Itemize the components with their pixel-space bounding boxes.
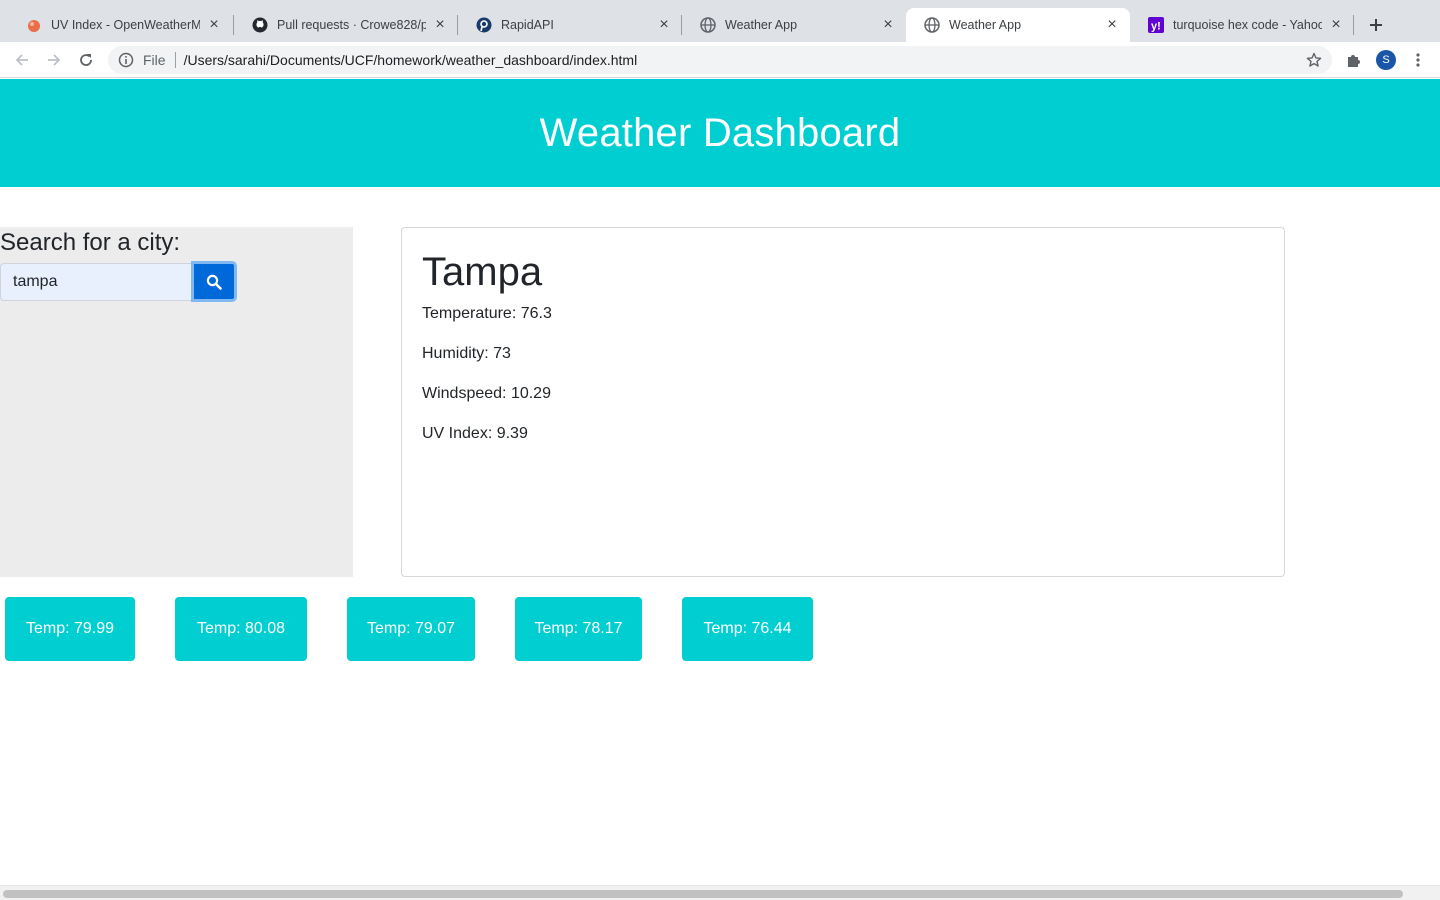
horizontal-scrollbar[interactable] xyxy=(0,885,1440,900)
current-weather-card: Tampa Temperature: 76.3 Humidity: 73 Win… xyxy=(401,227,1285,577)
humidity-text: Humidity: 73 xyxy=(422,345,511,362)
forecast-temp: Temp: 80.08 xyxy=(196,620,286,637)
page-content: Weather Dashboard Search for a city: Tam… xyxy=(0,79,1440,885)
globe-icon xyxy=(700,17,716,33)
tab-title: Weather App xyxy=(949,18,1022,32)
yahoo-icon: y! xyxy=(1148,17,1164,33)
star-icon xyxy=(1306,52,1322,67)
forward-button[interactable] xyxy=(42,48,66,72)
tab-title: turquoise hex code - Yahoo xyxy=(1173,18,1322,32)
reload-icon xyxy=(80,54,92,66)
browser-tab-strip: UV Index - OpenWeatherMap × Pull request… xyxy=(0,0,1440,42)
reload-button[interactable] xyxy=(74,48,98,72)
close-icon[interactable]: × xyxy=(1328,16,1344,33)
tab-separator xyxy=(1353,15,1354,35)
close-icon[interactable]: × xyxy=(880,16,896,33)
search-icon xyxy=(206,274,222,290)
tab-title: RapidAPI xyxy=(501,18,554,32)
back-button[interactable] xyxy=(10,48,34,72)
avatar: S xyxy=(1376,50,1396,70)
browser-toolbar: File /Users/sarahi/Documents/UCF/homewor… xyxy=(0,42,1440,78)
more-vertical-icon xyxy=(1416,53,1420,67)
forecast-temp: Temp: 79.99 xyxy=(25,620,115,637)
forecast-card: Temp: 76.44 xyxy=(682,597,813,661)
openweather-icon xyxy=(26,17,42,33)
new-tab-button[interactable] xyxy=(1364,13,1388,37)
puzzle-icon xyxy=(1348,55,1360,67)
tab-title: UV Index - OpenWeatherMap xyxy=(51,18,200,32)
arrow-right-icon xyxy=(48,54,61,66)
search-label: Search for a city: xyxy=(0,229,181,256)
page-header: Weather Dashboard xyxy=(0,79,1440,187)
address-bar[interactable]: File /Users/sarahi/Documents/UCF/homewor… xyxy=(108,46,1332,74)
city-name: Tampa xyxy=(422,250,543,294)
browser-tab-1[interactable]: UV Index - OpenWeatherMap × xyxy=(8,8,232,42)
tab-title: Weather App xyxy=(725,18,798,32)
tab-title: Pull requests · Crowe828/pr xyxy=(277,18,426,32)
forecast-temp: Temp: 79.07 xyxy=(366,620,456,637)
close-icon[interactable]: × xyxy=(432,16,448,33)
uv-index-text: UV Index: 9.39 xyxy=(422,425,528,442)
browser-tab-6[interactable]: y! turquoise hex code - Yahoo × xyxy=(1130,8,1354,42)
browser-menu-button[interactable] xyxy=(1406,48,1430,72)
browser-tab-3[interactable]: RapidAPI × xyxy=(458,8,682,42)
city-search-input[interactable] xyxy=(0,263,191,301)
windspeed-text: Windspeed: 10.29 xyxy=(422,385,551,402)
svg-text:y!: y! xyxy=(1151,21,1161,33)
address-url: /Users/sarahi/Documents/UCF/homework/wea… xyxy=(183,52,638,68)
plus-icon xyxy=(1370,19,1382,31)
forecast-row: Temp: 79.99 Temp: 80.08 Temp: 79.07 Temp… xyxy=(0,597,1440,661)
rapidapi-icon xyxy=(476,17,492,33)
address-scheme-label: File xyxy=(143,52,166,68)
search-sidebar: Search for a city: xyxy=(0,227,353,577)
extensions-button[interactable] xyxy=(1342,48,1366,72)
profile-button[interactable]: S xyxy=(1374,48,1398,72)
globe-icon xyxy=(924,17,940,33)
browser-tab-2[interactable]: Pull requests · Crowe828/pr × xyxy=(234,8,458,42)
forecast-card: Temp: 79.99 xyxy=(5,597,135,661)
forecast-card: Temp: 80.08 xyxy=(175,597,307,661)
browser-tab-5-active[interactable]: Weather App × xyxy=(906,8,1130,42)
close-icon[interactable]: × xyxy=(1104,16,1120,33)
forecast-temp: Temp: 76.44 xyxy=(703,620,792,637)
address-divider xyxy=(174,52,176,68)
github-icon xyxy=(252,17,268,33)
arrow-left-icon xyxy=(15,54,28,66)
forecast-card: Temp: 78.17 xyxy=(515,597,642,661)
bookmark-button[interactable] xyxy=(1302,48,1326,72)
search-button[interactable] xyxy=(191,261,237,302)
close-icon[interactable]: × xyxy=(206,16,222,33)
page-title: Weather Dashboard xyxy=(539,110,901,155)
temperature-text: Temperature: 76.3 xyxy=(422,305,552,322)
close-icon[interactable]: × xyxy=(656,16,672,33)
forecast-card: Temp: 79.07 xyxy=(347,597,475,661)
scrollbar-thumb[interactable] xyxy=(3,890,1403,898)
info-icon[interactable] xyxy=(118,52,134,68)
browser-tab-4[interactable]: Weather App × xyxy=(682,8,906,42)
forecast-temp: Temp: 78.17 xyxy=(534,620,623,637)
